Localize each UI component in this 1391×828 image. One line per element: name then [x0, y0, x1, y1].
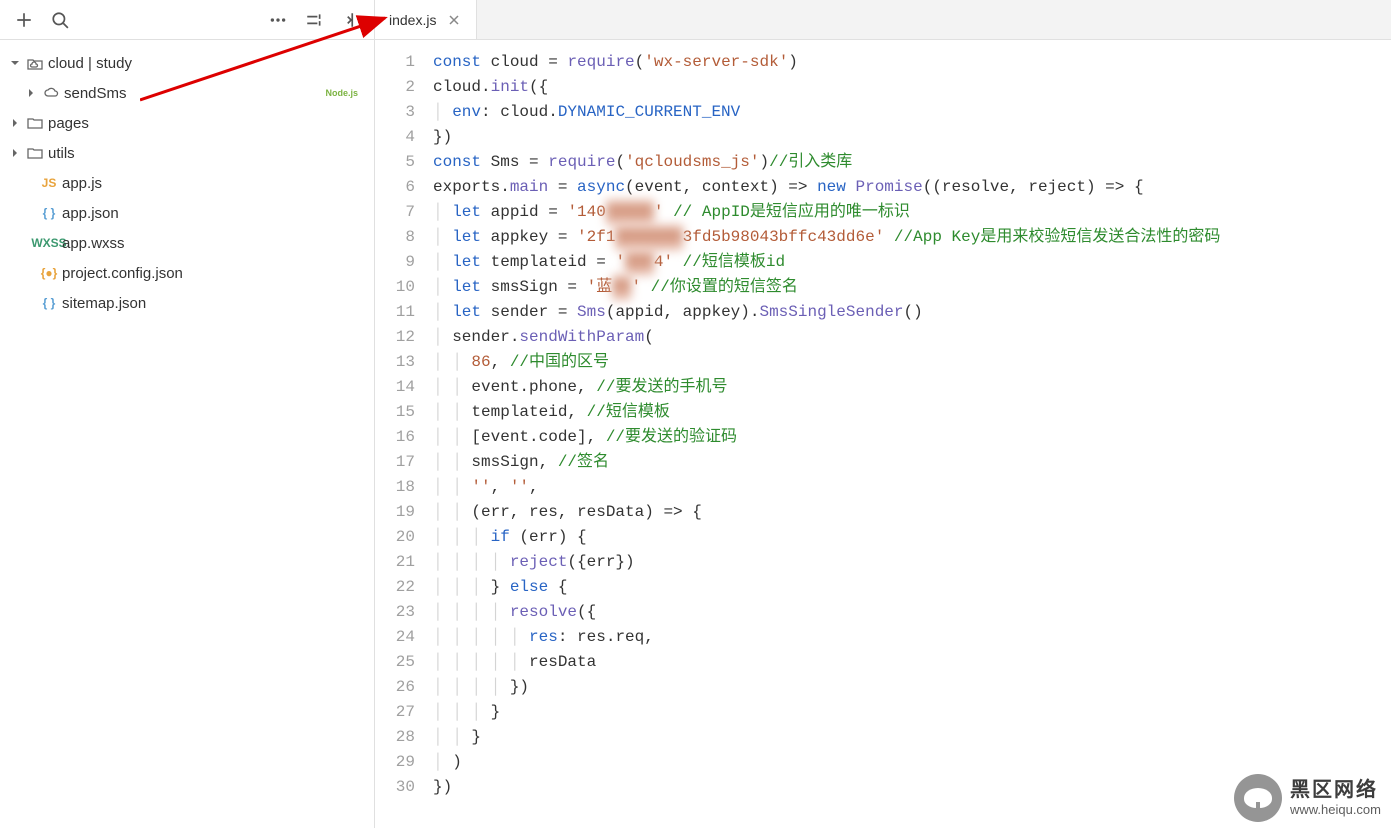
collapse-icon[interactable] — [334, 4, 366, 36]
chevron-right-icon — [24, 86, 38, 100]
chevron-right-icon — [8, 146, 22, 160]
tree-item-projectconfig[interactable]: {●} project.config.json — [0, 258, 374, 288]
folder-icon — [26, 114, 44, 132]
nodejs-badge: Node.js — [325, 88, 358, 98]
tree-item-label: app.json — [62, 205, 366, 222]
code-editor[interactable]: 1234567891011121314151617181920212223242… — [375, 40, 1391, 828]
tree-item-appjs[interactable]: JS app.js — [0, 168, 374, 198]
chevron-right-icon — [8, 116, 22, 130]
watermark-url: www.heiqu.com — [1290, 802, 1381, 818]
settings-icon[interactable] — [298, 4, 330, 36]
tab-label: index.js — [389, 12, 436, 28]
watermark: 黑区网络 www.heiqu.com — [1234, 774, 1381, 822]
file-explorer-sidebar: cloud | study sendSms Node.js pages util… — [0, 0, 375, 828]
tree-item-label: pages — [48, 115, 366, 132]
json-file-icon: { } — [40, 294, 58, 312]
line-number-gutter: 1234567891011121314151617181920212223242… — [375, 40, 425, 828]
code-content[interactable]: const cloud = require('wx-server-sdk')cl… — [425, 40, 1391, 828]
tree-item-pages[interactable]: pages — [0, 108, 374, 138]
cloud-icon — [42, 84, 60, 102]
tree-item-label: sendSms — [64, 85, 321, 102]
tree-item-label: app.wxss — [62, 235, 366, 252]
tree-item-label: app.js — [62, 175, 366, 192]
tree-item-label: utils — [48, 145, 366, 162]
tree-item-utils[interactable]: utils — [0, 138, 374, 168]
close-icon[interactable] — [446, 12, 462, 28]
more-button[interactable] — [262, 4, 294, 36]
toolbar — [0, 0, 374, 40]
tree-item-sendsms[interactable]: sendSms Node.js — [0, 78, 374, 108]
folder-icon — [26, 144, 44, 162]
editor-area: index.js 1234567891011121314151617181920… — [375, 0, 1391, 828]
chevron-down-icon — [8, 56, 22, 70]
tree-root-cloud[interactable]: cloud | study — [0, 48, 374, 78]
tree-item-appjson[interactable]: { } app.json — [0, 198, 374, 228]
tree-item-label: sitemap.json — [62, 295, 366, 312]
tree-item-label: cloud | study — [48, 55, 366, 72]
file-tree: cloud | study sendSms Node.js pages util… — [0, 40, 374, 828]
search-button[interactable] — [44, 4, 76, 36]
cloud-folder-icon — [26, 54, 44, 72]
tab-indexjs[interactable]: index.js — [375, 0, 477, 39]
tree-item-label: project.config.json — [62, 265, 366, 282]
tab-bar: index.js — [375, 0, 1391, 40]
add-button[interactable] — [8, 4, 40, 36]
watermark-title: 黑区网络 — [1290, 778, 1381, 802]
watermark-logo-icon — [1234, 774, 1282, 822]
js-file-icon: JS — [40, 174, 58, 192]
tree-item-appwxss[interactable]: WXSS app.wxss — [0, 228, 374, 258]
json-file-icon: { } — [40, 204, 58, 222]
wxss-file-icon: WXSS — [40, 234, 58, 252]
project-config-icon: {●} — [40, 264, 58, 282]
tree-item-sitemap[interactable]: { } sitemap.json — [0, 288, 374, 318]
